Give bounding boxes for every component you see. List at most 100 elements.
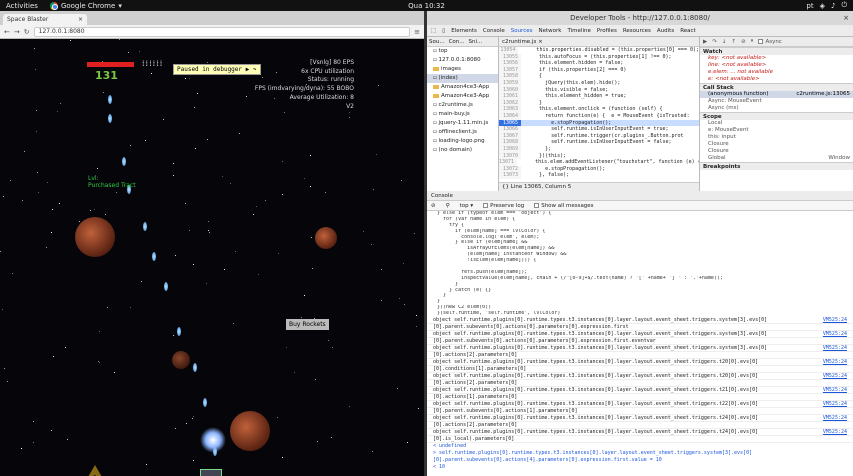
console-message[interactable]: object self.runtime.plugins[0].runtime.t… — [427, 359, 853, 367]
line-number[interactable]: 13055 — [499, 53, 521, 61]
code-line[interactable]: 13056 this.element.hidden = false; — [499, 60, 699, 67]
tab-timeline[interactable]: Timeline — [567, 28, 590, 34]
line-number[interactable]: 13069 — [499, 145, 521, 153]
code-line[interactable]: 13060 this.visible = false; — [499, 86, 699, 94]
console-message[interactable]: object self.runtime.plugins[0].runtime.t… — [427, 373, 853, 381]
file-tree-item[interactable]: ▫ c2runtime.js — [427, 101, 498, 110]
url-input[interactable]: 127.0.0.1:8080 — [33, 26, 411, 37]
step-over-icon[interactable]: ↷ — [712, 39, 717, 45]
callstack-header[interactable]: Call Stack — [700, 83, 853, 91]
code-line[interactable]: 13066 self.runtime.isInUserInputEvent = … — [499, 126, 699, 133]
console-source-link[interactable]: VM525:24 — [823, 401, 847, 407]
async-checkbox[interactable]: Async — [758, 38, 782, 45]
close-icon[interactable]: × — [843, 11, 849, 25]
console-source-link[interactable]: VM525:24 — [823, 387, 847, 393]
code-line[interactable]: 13063 this.element.onclick = (function (… — [499, 106, 699, 113]
console-message[interactable]: [0].conditions[1].parameters[0] — [427, 366, 853, 374]
file-tree-item[interactable]: images — [427, 65, 498, 74]
code-line[interactable]: 13058 { — [499, 73, 699, 80]
line-number[interactable]: 13054 — [499, 47, 519, 54]
file-tree-item[interactable]: Amazon4ce3-App — [427, 92, 498, 101]
back-icon[interactable]: ← — [4, 28, 10, 36]
tab-resources[interactable]: Resources — [623, 28, 651, 34]
console-message[interactable]: [0].is_local).parameters[0] — [427, 436, 853, 444]
code-line[interactable]: 13065 e.stopPropagation(); — [499, 119, 699, 127]
forward-icon[interactable]: → — [14, 28, 20, 36]
step-into-icon[interactable]: ↓ — [722, 39, 727, 45]
console-message[interactable]: [0].parent.subevents[0].actions[0].param… — [427, 324, 853, 332]
callstack-frame[interactable]: (anonymous function) c2runtime.js:13065 — [700, 91, 853, 98]
tab-space-blaster[interactable]: Space Blaster × — [3, 14, 87, 25]
line-number[interactable]: 13062 — [499, 99, 521, 107]
console-input-line[interactable]: > self.runtime.plugins[0].runtime.types.… — [427, 450, 853, 457]
deactivate-icon[interactable]: ⊘ — [741, 39, 746, 45]
console-output[interactable]: } else if (typeof elem === 'object') { f… — [427, 211, 853, 476]
code-line[interactable]: 13070 })(this); — [499, 152, 699, 160]
file-tree-item[interactable]: ▫ (no domain) — [427, 146, 498, 155]
line-number[interactable]: 13071 — [499, 159, 518, 166]
code-line[interactable]: 13061 this.element_hidden = true; — [499, 93, 699, 100]
scope-header[interactable]: Scope — [700, 112, 853, 120]
callstack-frame[interactable]: Async (ms) — [700, 105, 853, 112]
line-number[interactable]: 13065 — [499, 119, 521, 127]
console-source-link[interactable]: VM525:24 — [823, 359, 847, 365]
line-number[interactable]: 13063 — [499, 106, 521, 113]
line-number[interactable]: 13072 — [499, 165, 521, 173]
file-tree-item[interactable]: ▫ offlineclient.js — [427, 128, 498, 137]
console-message[interactable]: object self.runtime.plugins[0].runtime.t… — [427, 401, 853, 409]
console-message[interactable]: [0].actions[1].parameters[0] — [427, 394, 853, 402]
context-select[interactable]: top ▾ — [460, 201, 474, 211]
scope-row[interactable]: e: MouseEvent — [700, 127, 853, 134]
app-menu[interactable]: Google Chrome ▾ — [44, 1, 122, 10]
activities-button[interactable]: Activities — [0, 2, 44, 10]
line-number[interactable]: 13057 — [499, 66, 521, 74]
console-message[interactable]: object self.runtime.plugins[0].runtime.t… — [427, 317, 853, 325]
file-tree-item[interactable]: ▫ top — [427, 47, 498, 56]
file-tree-item[interactable]: Amazon4ce3-App — [427, 83, 498, 92]
scope-row[interactable]: this: input — [700, 134, 853, 141]
file-tree-item[interactable]: ▫ main-buy.js — [427, 110, 498, 119]
console-message[interactable]: object self.runtime.plugins[0].runtime.t… — [427, 331, 853, 339]
console-message[interactable]: [0].parent.subevents[0].actions[0].param… — [427, 338, 853, 346]
console-message[interactable]: [0].actions[2].parameters[0] — [427, 422, 853, 430]
resume-icon[interactable]: ▶ — [703, 39, 707, 45]
line-number[interactable]: 13058 — [499, 73, 521, 80]
line-number[interactable]: 13064 — [499, 112, 521, 120]
editor-tab[interactable]: c2runtime.js × — [499, 37, 699, 47]
console-source-link[interactable]: VM525:24 — [823, 345, 847, 351]
closure-row[interactable]: Closure — [700, 148, 853, 155]
line-number[interactable]: 13059 — [499, 79, 521, 87]
tab-network[interactable]: Network — [538, 28, 561, 34]
code-line[interactable]: 13068 self.runtime.isInUserInputEvent = … — [499, 139, 699, 146]
system-tray[interactable]: pt ◈ ♪ ⏻ — [806, 1, 847, 10]
buy-rockets-button[interactable]: Buy Rockets — [286, 319, 329, 330]
preserve-log-checkbox[interactable]: Preserve log — [483, 201, 524, 211]
resume-icon[interactable]: ▶ — [246, 66, 250, 73]
console-message[interactable]: [0].parent.subevents[0].actions[1].param… — [427, 408, 853, 416]
closure-row[interactable]: Global Window — [700, 155, 853, 162]
line-number[interactable]: 13073 — [499, 172, 521, 179]
file-tree-item[interactable]: ▫ (index) — [427, 74, 498, 83]
tab-elements[interactable]: Elements — [451, 28, 477, 34]
device-icon[interactable]: ▯ — [442, 28, 445, 34]
file-tree-item[interactable]: ▫ jquery-1.11.min.js — [427, 119, 498, 128]
clock[interactable]: Qua 10:32 — [0, 2, 853, 10]
code-editor[interactable]: c2runtime.js × 13054 this.properties.dis… — [499, 37, 699, 191]
menu-icon[interactable]: ≡ — [414, 28, 420, 36]
code-line[interactable]: 13059 jQuery(this.elem).hide(); — [499, 79, 699, 87]
console-source-link[interactable]: VM525:24 — [823, 415, 847, 421]
console-input-line[interactable]: [0].parent.subevents[0].actions[4].param… — [427, 457, 853, 464]
paused-in-debugger-banner[interactable]: Paused in debugger ▶ ↷ — [173, 64, 261, 75]
console-input-line[interactable]: < 10 — [427, 464, 853, 471]
filter-icon[interactable]: ⚲ — [446, 201, 450, 211]
inspect-icon[interactable]: ⬚ — [431, 28, 436, 34]
line-number[interactable]: 13067 — [499, 132, 521, 140]
console-message[interactable]: object self.runtime.plugins[0].runtime.t… — [427, 345, 853, 353]
code-line[interactable]: 13062 } — [499, 99, 699, 107]
clear-console-icon[interactable]: ⊘ — [431, 201, 436, 211]
code-line[interactable]: 13054 this.properties.disabled = (this.p… — [499, 47, 699, 54]
console-message[interactable]: object self.runtime.plugins[0].runtime.t… — [427, 429, 853, 437]
callstack-frame[interactable]: Async: MouseEvent — [700, 98, 853, 105]
code-line[interactable]: 13057 if (this.properties[2] === 0) — [499, 66, 699, 74]
pause-exceptions-icon[interactable]: ⏸ — [751, 38, 754, 45]
